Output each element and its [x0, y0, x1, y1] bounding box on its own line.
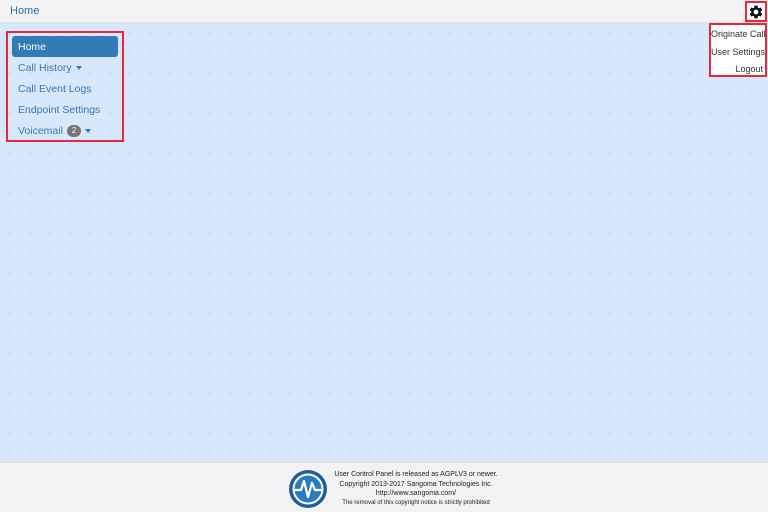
footer-license-text: User Control Panel is released as AGPLV3… — [334, 471, 498, 478]
gear-icon — [749, 5, 763, 18]
footer-copyright: User Control Panel is released as AGPLV3… — [331, 470, 501, 508]
footer-copyright-text: Copyright 2013-2017 Sangoma Technologies… — [339, 480, 493, 488]
sidebar-nav: Home Call History Call Event Logs Endpoi… — [6, 31, 124, 142]
caret-down-icon — [84, 128, 91, 133]
menu-item-logout[interactable]: Logout — [711, 61, 765, 79]
voicemail-count-badge: 2 — [66, 124, 81, 137]
footer: User Control Panel is released as AGPLV3… — [0, 462, 768, 512]
settings-dropdown-menu: Originate Call User Settings Logout — [709, 23, 767, 77]
footer-website-link[interactable]: http://www.sangoma.com/ — [331, 489, 501, 499]
sidebar-item-call-history[interactable]: Call History — [12, 57, 118, 78]
sidebar-item-label: Call Event Logs — [18, 82, 92, 95]
caret-down-icon — [75, 65, 82, 70]
top-bar: Home — [0, 0, 768, 23]
sidebar-item-label: Endpoint Settings — [18, 103, 101, 116]
settings-button[interactable] — [745, 1, 767, 22]
sidebar-item-call-event-logs[interactable]: Call Event Logs — [12, 78, 118, 99]
menu-item-originate-call[interactable]: Originate Call — [711, 26, 766, 44]
sidebar-item-label: Call History — [18, 61, 72, 74]
sidebar-item-label: Home — [18, 40, 47, 53]
sidebar-item-home[interactable]: Home — [12, 36, 118, 57]
sidebar-item-label: Voicemail — [18, 124, 63, 137]
sangoma-logo-icon — [289, 470, 327, 508]
footer-notice-text: The removal of this copyright notice is … — [342, 499, 490, 506]
sidebar-item-voicemail[interactable]: Voicemail 2 — [12, 120, 118, 141]
menu-item-user-settings[interactable]: User Settings — [711, 44, 765, 62]
sidebar-item-endpoint-settings[interactable]: Endpoint Settings — [12, 99, 118, 120]
breadcrumb-home-link[interactable]: Home — [10, 5, 39, 17]
